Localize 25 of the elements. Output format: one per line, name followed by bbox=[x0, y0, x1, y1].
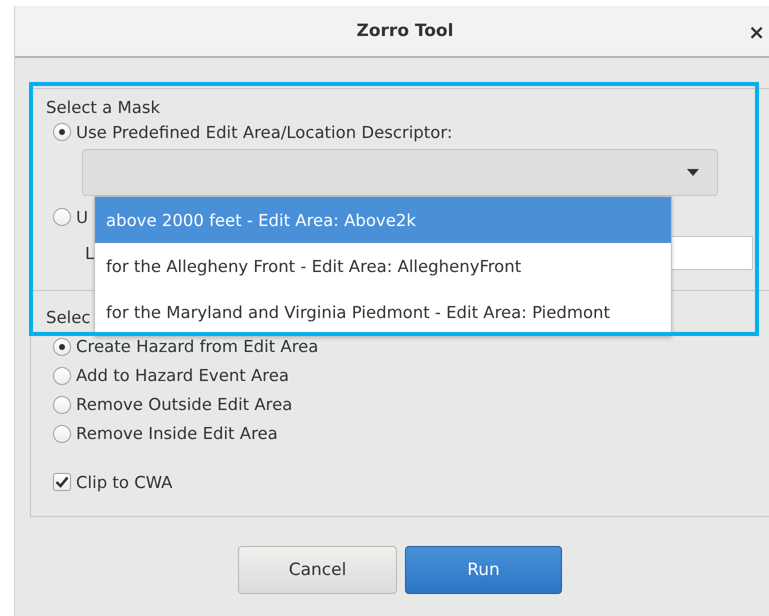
radio-button[interactable] bbox=[53, 123, 71, 141]
radio-button[interactable] bbox=[53, 366, 71, 384]
run-button[interactable]: Run bbox=[405, 546, 562, 594]
radio-button[interactable] bbox=[53, 424, 71, 442]
caret-icon bbox=[687, 169, 699, 176]
menu-item[interactable]: for the Maryland and Virginia Piedmont - Edit Area: Piedmont bbox=[95, 289, 671, 335]
checkbox-label: Clip to CWA bbox=[76, 472, 172, 492]
radio-button[interactable] bbox=[53, 208, 71, 226]
radio-label: Use Predefined Edit Area/Location Descriptor: bbox=[76, 122, 452, 142]
window-title: Zorro Tool bbox=[356, 21, 454, 41]
group-title: Selec bbox=[46, 307, 90, 329]
location-label: L bbox=[85, 244, 94, 262]
cancel-button[interactable]: Cancel bbox=[238, 546, 397, 594]
close-button[interactable]: × bbox=[748, 20, 765, 44]
radio-button[interactable] bbox=[53, 338, 71, 356]
radio-button[interactable] bbox=[53, 396, 71, 414]
menu-item[interactable]: for the Allegheny Front - Edit Area: AlleghenyFront bbox=[95, 243, 671, 289]
radio-label: U bbox=[76, 208, 88, 226]
radio-label: Remove Outside Edit Area bbox=[76, 395, 292, 414]
group-title: Select a Mask bbox=[46, 97, 160, 119]
radio-label: Create Hazard from Edit Area bbox=[76, 337, 318, 356]
checkbox[interactable] bbox=[53, 473, 71, 491]
dropdown[interactable] bbox=[82, 149, 718, 196]
radio-label: Add to Hazard Event Area bbox=[76, 366, 289, 385]
radio-label: Remove Inside Edit Area bbox=[76, 424, 278, 443]
